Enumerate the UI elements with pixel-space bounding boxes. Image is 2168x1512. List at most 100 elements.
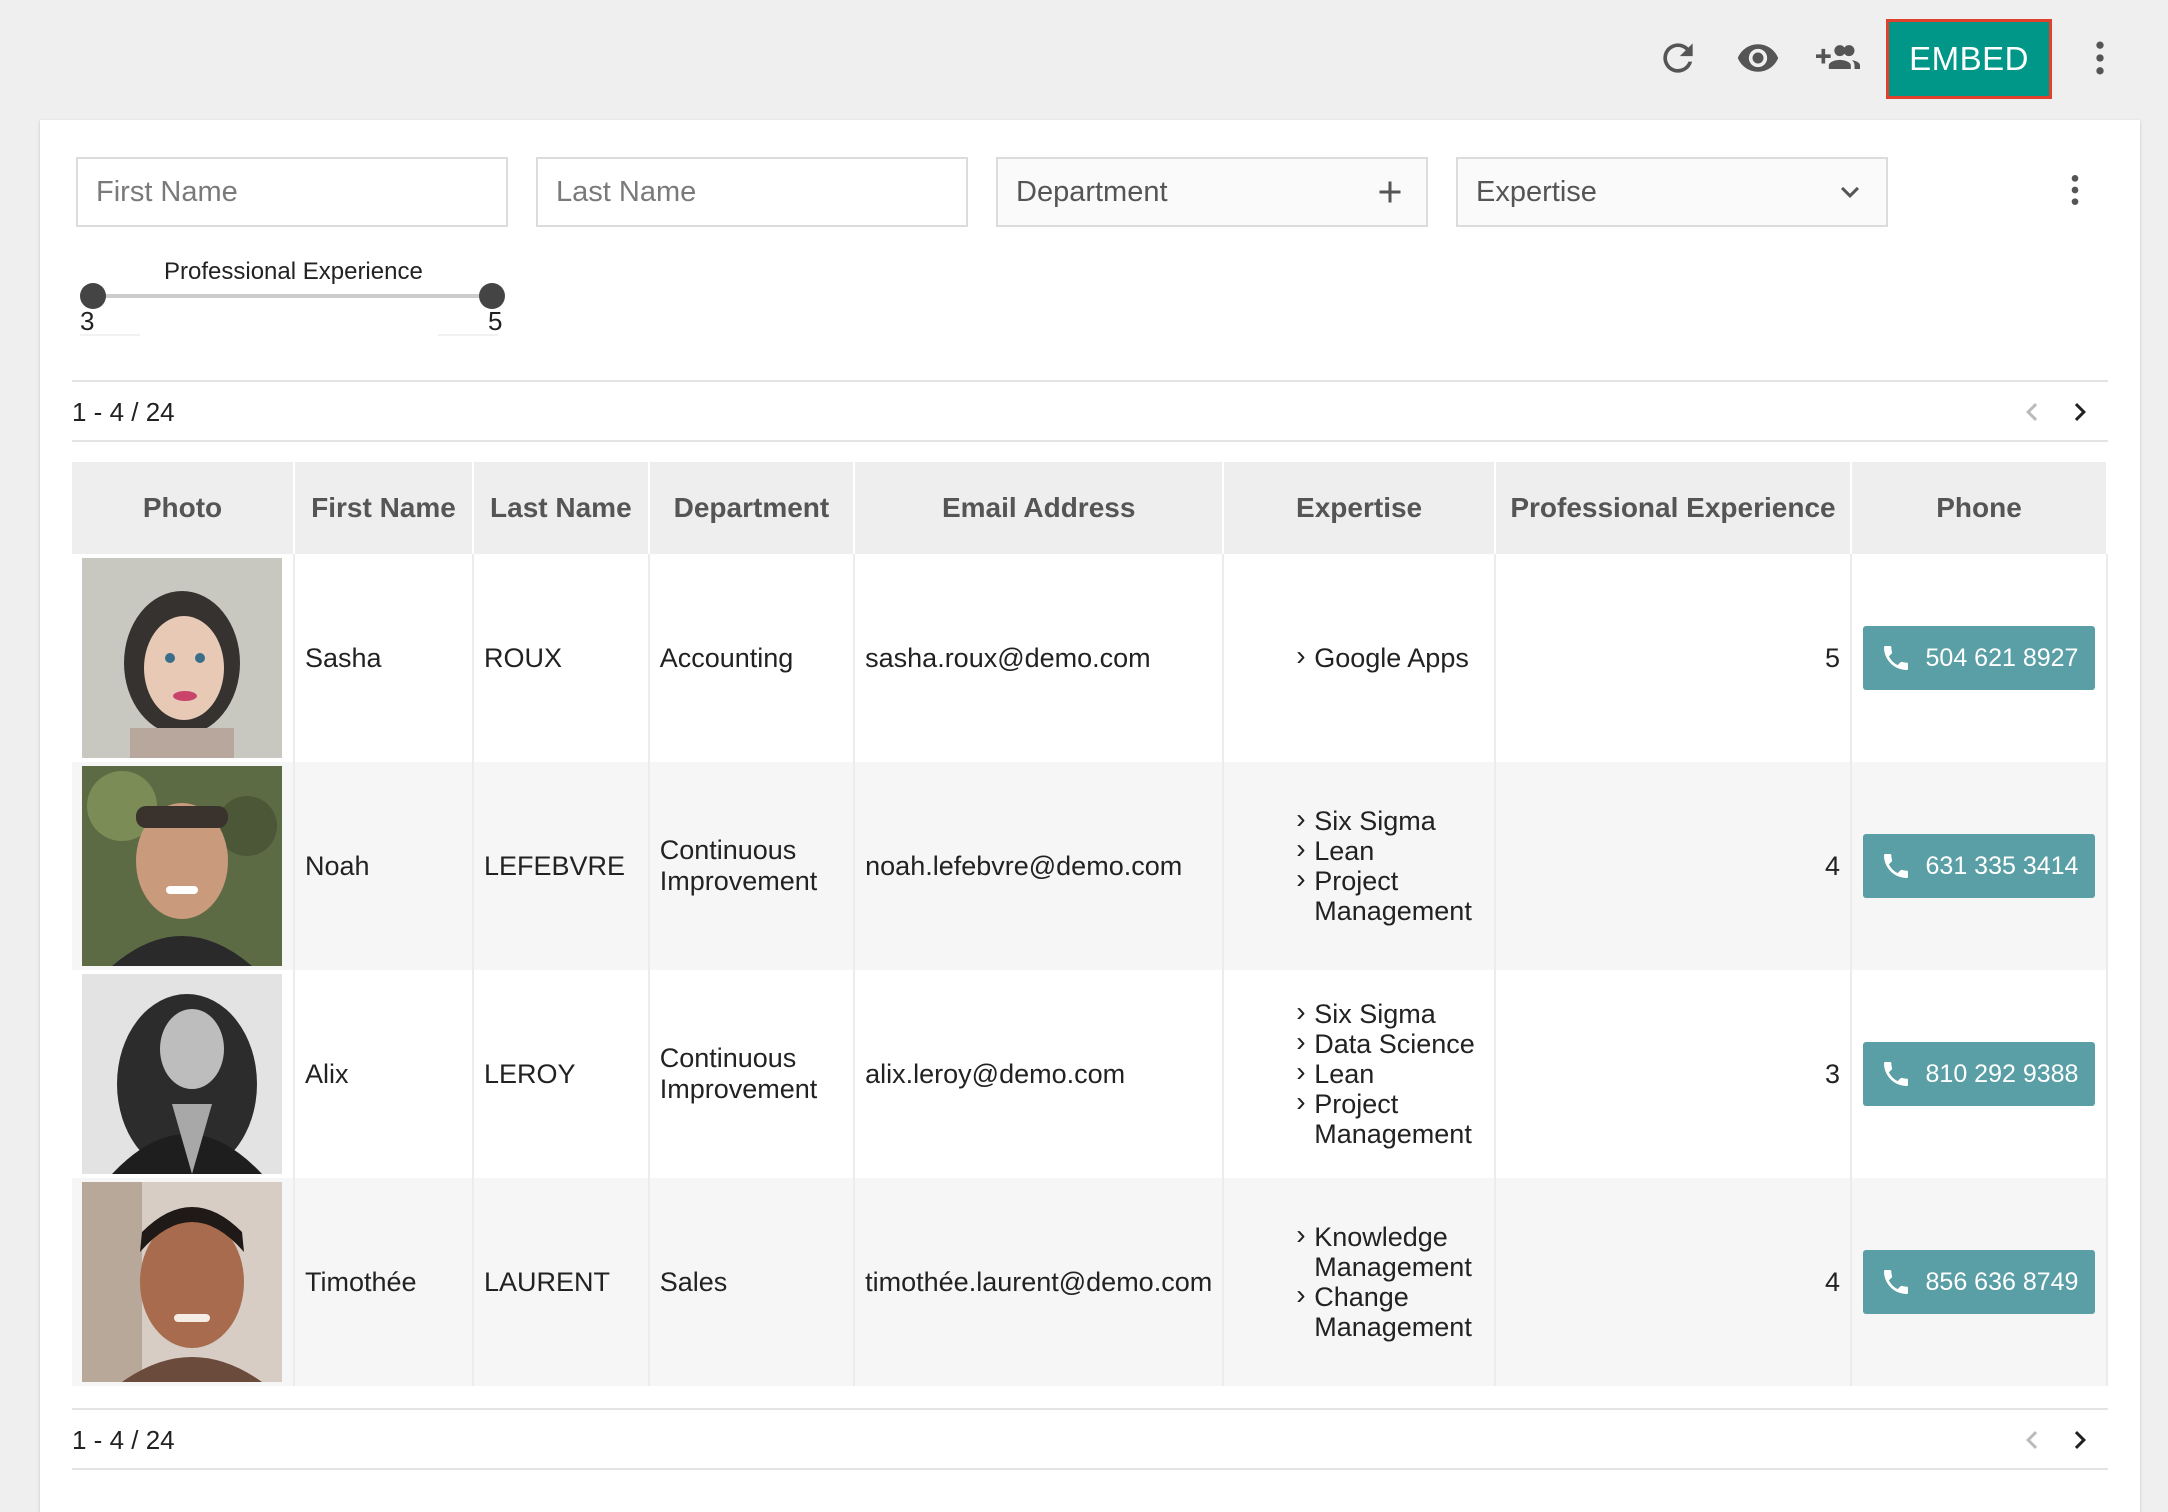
- experience-slider-min-value: 3: [80, 306, 95, 336]
- experience-cell: 3: [1494, 970, 1852, 1178]
- phone-cell: 856 636 8749: [1850, 1178, 2109, 1386]
- table-header-row: Photo First Name Last Name Department Em…: [72, 462, 2109, 554]
- expertise-item: Project Management: [1296, 1087, 1484, 1149]
- last-name-cell: ROUX: [472, 554, 650, 762]
- phone-cell: 504 621 8927: [1850, 554, 2109, 762]
- photo-cell: [72, 1178, 295, 1386]
- first-name-field[interactable]: [76, 157, 508, 227]
- department-cell: Continuous Improvement: [648, 762, 856, 970]
- phone-cell: 631 335 3414: [1850, 762, 2109, 970]
- last-name-cell: LEFEBVRE: [472, 762, 650, 970]
- phone-number: 631 335 3414: [1925, 851, 2079, 880]
- more-vert-icon[interactable]: [2072, 30, 2128, 86]
- eye-icon[interactable]: [1730, 30, 1786, 86]
- pager-next-top-icon[interactable]: [2060, 392, 2100, 432]
- phone-number: 856 636 8749: [1925, 1267, 2079, 1296]
- pager-range-top: 1 - 4 / 24: [72, 397, 175, 427]
- expertise-filter[interactable]: Expertise: [1456, 157, 1888, 227]
- chevron-down-icon[interactable]: [1832, 174, 1868, 210]
- expertise-cell: Six Sigma Data Science Lean Project Mana…: [1223, 970, 1496, 1178]
- expertise-list: Google Apps: [1234, 641, 1484, 673]
- first-name-cell: Alix: [293, 970, 474, 1178]
- department-filter[interactable]: Department: [996, 157, 1428, 227]
- experience-slider-track[interactable]: [92, 294, 492, 298]
- column-header-experience[interactable]: Professional Experience: [1494, 462, 1852, 554]
- column-header-first-name[interactable]: First Name: [293, 462, 474, 554]
- divider: [72, 380, 2108, 382]
- expertise-list: Six Sigma Lean Project Management: [1234, 804, 1484, 926]
- divider: [72, 1468, 2108, 1470]
- last-name-field[interactable]: [536, 157, 968, 227]
- phone-button[interactable]: 504 621 8927: [1862, 626, 2095, 690]
- table-row[interactable]: Sasha ROUX Accounting sasha.roux@demo.co…: [72, 554, 2109, 762]
- phone-button[interactable]: 810 292 9388: [1862, 1042, 2095, 1106]
- pager-prev-top-icon[interactable]: [2012, 392, 2052, 432]
- refresh-icon[interactable]: [1650, 30, 1706, 86]
- table-row[interactable]: Noah LEFEBVRE Continuous Improvement noa…: [72, 762, 2109, 970]
- expertise-cell: Six Sigma Lean Project Management: [1223, 762, 1496, 970]
- expertise-cell: Google Apps: [1223, 554, 1496, 762]
- avatar: [82, 974, 282, 1174]
- expertise-item: Data Science: [1296, 1027, 1484, 1059]
- table-row[interactable]: Timothée LAURENT Sales timothée.laurent@…: [72, 1178, 2109, 1386]
- experience-cell: 4: [1494, 762, 1852, 970]
- column-header-photo[interactable]: Photo: [72, 462, 295, 554]
- avatar: [82, 1182, 282, 1382]
- phone-button[interactable]: 856 636 8749: [1862, 1250, 2095, 1314]
- department-cell: Continuous Improvement: [648, 970, 856, 1178]
- content-card: Department Expertise Professional Experi…: [40, 120, 2140, 1512]
- phone-icon: [1883, 1270, 1908, 1294]
- photo-cell: [72, 762, 295, 970]
- pager-range-bottom: 1 - 4 / 24: [72, 1425, 175, 1455]
- experience-cell: 4: [1494, 1178, 1852, 1386]
- expertise-item: Google Apps: [1296, 641, 1484, 673]
- employee-table: Photo First Name Last Name Department Em…: [72, 462, 2109, 1386]
- card-more-vert-icon[interactable]: [2053, 168, 2097, 212]
- email-cell: alix.leroy@demo.com: [854, 970, 1225, 1178]
- expertise-filter-label: Expertise: [1476, 175, 1597, 208]
- department-cell: Accounting: [648, 554, 856, 762]
- phone-cell: 810 292 9388: [1850, 970, 2109, 1178]
- divider: [72, 440, 2108, 442]
- pager-prev-bottom-icon[interactable]: [2012, 1420, 2052, 1460]
- avatar: [82, 766, 282, 966]
- slider-min-underline: [80, 334, 140, 336]
- column-header-expertise[interactable]: Expertise: [1223, 462, 1496, 554]
- slider-max-underline: [438, 334, 498, 336]
- email-cell: sasha.roux@demo.com: [854, 554, 1225, 762]
- phone-number: 504 621 8927: [1925, 643, 2079, 672]
- plus-icon[interactable]: [1372, 174, 1408, 210]
- table-row[interactable]: Alix LEROY Continuous Improvement alix.l…: [72, 970, 2109, 1178]
- expertise-item: Lean: [1296, 834, 1484, 866]
- column-header-last-name[interactable]: Last Name: [472, 462, 650, 554]
- department-filter-label: Department: [1016, 175, 1168, 208]
- experience-slider-label: Professional Experience: [164, 258, 423, 285]
- phone-icon: [1883, 854, 1908, 878]
- column-header-department[interactable]: Department: [648, 462, 856, 554]
- phone-button[interactable]: 631 335 3414: [1862, 834, 2095, 898]
- first-name-input[interactable]: [96, 175, 488, 209]
- last-name-cell: LAURENT: [472, 1178, 650, 1386]
- first-name-cell: Noah: [293, 762, 474, 970]
- phone-icon: [1883, 1062, 1908, 1086]
- column-header-email[interactable]: Email Address: [854, 462, 1225, 554]
- expertise-item: Six Sigma: [1296, 997, 1484, 1029]
- last-name-cell: LEROY: [472, 970, 650, 1178]
- expertise-item: Change Management: [1296, 1280, 1484, 1342]
- experience-cell: 5: [1494, 554, 1852, 762]
- expertise-cell: Knowledge Management Change Management: [1223, 1178, 1496, 1386]
- top-toolbar: EMBED: [0, 0, 2168, 118]
- pager-next-bottom-icon[interactable]: [2060, 1420, 2100, 1460]
- phone-icon: [1883, 646, 1908, 670]
- add-user-icon[interactable]: [1810, 30, 1866, 86]
- email-cell: noah.lefebvre@demo.com: [854, 762, 1225, 970]
- expertise-list: Six Sigma Data Science Lean Project Mana…: [1234, 997, 1484, 1149]
- first-name-cell: Timothée: [293, 1178, 474, 1386]
- experience-slider-max-value: 5: [488, 306, 503, 336]
- email-cell: timothée.laurent@demo.com: [854, 1178, 1225, 1386]
- photo-cell: [72, 554, 295, 762]
- expertise-item: Six Sigma: [1296, 804, 1484, 836]
- last-name-input[interactable]: [556, 175, 948, 209]
- embed-button[interactable]: EMBED: [1886, 19, 2052, 99]
- column-header-phone[interactable]: Phone: [1850, 462, 2109, 554]
